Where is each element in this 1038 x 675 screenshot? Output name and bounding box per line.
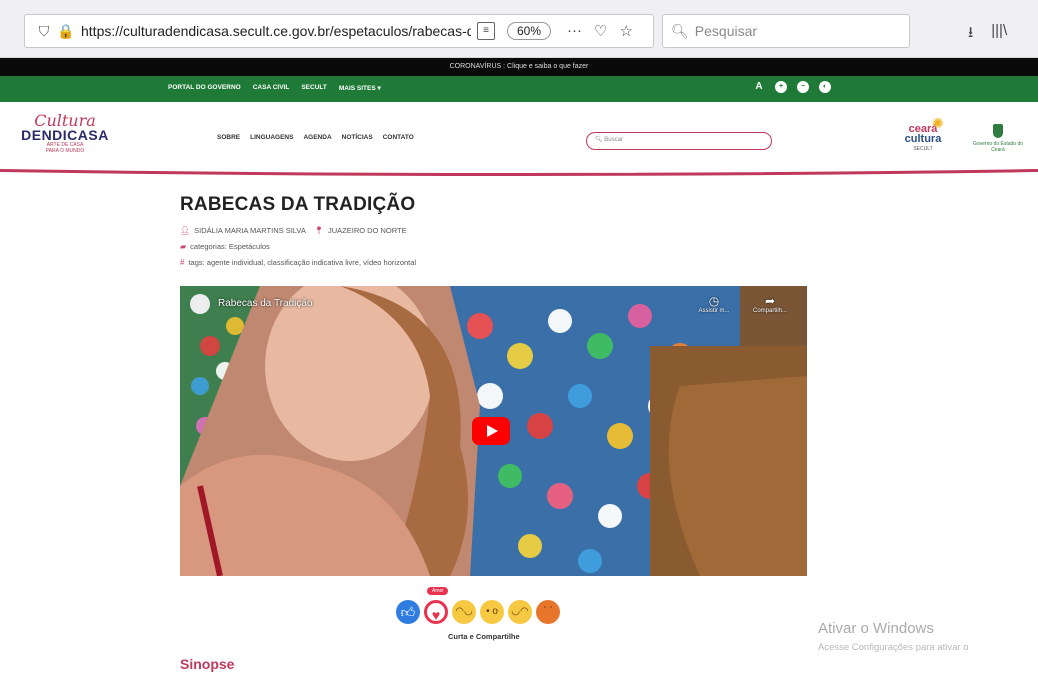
angry-icon[interactable]: ˋ ˊ: [536, 600, 560, 624]
tag-icon: #: [180, 258, 185, 267]
top-link-mais-sites[interactable]: MAIS SITES ▾: [339, 84, 381, 92]
like-icon[interactable]: 👍︎: [396, 600, 420, 624]
post-meta-categories: ▰ categorias: Espetáculos: [180, 242, 270, 251]
haha-icon[interactable]: ◠◡: [452, 600, 476, 624]
pocket-icon[interactable]: ♡: [594, 22, 607, 40]
lock-icon[interactable]: 🔒: [55, 23, 77, 40]
channel-avatar[interactable]: [190, 294, 210, 314]
wow-icon[interactable]: • o: [480, 600, 504, 624]
search-icon: 🔍︎: [671, 22, 689, 39]
nav-item-contato[interactable]: CONTATO: [383, 134, 414, 141]
video-player[interactable]: Rabecas da Tradição ◷ Assistir m... ➦ Co…: [180, 286, 807, 576]
nav-item-noticias[interactable]: NOTÍCIAS: [342, 134, 373, 141]
covid-banner[interactable]: CORONAVÍRUS : Clique e saiba o que fazer: [0, 58, 1038, 76]
location-pin-icon: 📍︎: [313, 226, 325, 235]
browser-search-input[interactable]: 🔍︎ Pesquisar: [662, 14, 910, 48]
header-divider: [0, 169, 1038, 176]
clock-icon: ◷: [708, 294, 720, 308]
ceara-cultura-logo[interactable]: ✺ ceará cultura SECULT: [888, 116, 958, 154]
browser-toolbar: ⛉ 🔒 https://culturadendicasa.secult.ce.g…: [0, 0, 1038, 58]
library-icon[interactable]: |||\: [991, 22, 1007, 47]
site-header: Cultura DENDICASA ARTE DE CASA PARA O MU…: [0, 102, 1038, 174]
url-text[interactable]: https://culturadendicasa.secult.ce.gov.b…: [81, 23, 471, 39]
love-icon[interactable]: ♥: [424, 600, 448, 624]
nav-item-linguagens[interactable]: LINGUAGENS: [250, 134, 293, 141]
user-icon: 👤︎: [180, 226, 191, 235]
author-link[interactable]: SIDÁLIA MARIA MARTINS SILVA: [194, 226, 306, 235]
sad-icon[interactable]: ◡◠: [508, 600, 532, 624]
top-link-secult[interactable]: SECULT: [301, 84, 327, 92]
tags-text[interactable]: tags: agente individual, classificação i…: [188, 258, 416, 267]
watch-later-button[interactable]: ◷ Assistir m...: [688, 294, 740, 314]
reader-view-icon[interactable]: ≡: [477, 22, 495, 40]
nav-item-agenda[interactable]: AGENDA: [303, 134, 331, 141]
reactions-bar: 👍︎ ♥ ◠◡ • o ◡◠ ˋ ˊ: [396, 600, 560, 624]
top-link-casa-civil[interactable]: CASA CIVIL: [253, 84, 290, 92]
windows-activation-title: Ativar o Windows: [818, 620, 934, 637]
post-meta-tags: # tags: agente individual, classificação…: [180, 258, 416, 267]
folder-icon: ▰: [180, 242, 187, 251]
play-button[interactable]: [472, 417, 510, 445]
star-icon: ✺: [932, 115, 944, 131]
font-size-button[interactable]: A: [753, 81, 765, 93]
page-title: RABECAS DA TRADIÇÃO: [180, 194, 416, 215]
zoom-level[interactable]: 60%: [507, 22, 552, 40]
synopsis-heading: Sinopse: [180, 656, 235, 672]
page-actions-icon[interactable]: ···: [567, 22, 582, 40]
search-placeholder: Pesquisar: [694, 23, 758, 39]
government-bar: PORTAL DO GOVERNO CASA CIVIL SECULT MAIS…: [0, 76, 1038, 102]
crest-icon: [993, 124, 1003, 138]
governo-ceara-logo[interactable]: Governo do Estado do Ceará: [966, 124, 1030, 153]
city-link[interactable]: JUAZEIRO DO NORTE: [328, 226, 407, 235]
windows-activation-subtitle: Acesse Configurações para ativar o: [818, 642, 969, 653]
categories-text[interactable]: categorias: Espetáculos: [190, 242, 270, 251]
address-bar[interactable]: ⛉ 🔒 https://culturadendicasa.secult.ce.g…: [24, 14, 654, 48]
share-arrow-icon: ➦: [764, 294, 776, 308]
download-icon[interactable]: ⭳: [968, 22, 973, 47]
video-title[interactable]: Rabecas da Tradição: [218, 298, 313, 309]
post-meta-author: 👤︎ SIDÁLIA MARIA MARTINS SILVA 📍︎ JUAZEI…: [180, 226, 407, 235]
reaction-tooltip: Amei: [427, 587, 449, 595]
nav-item-sobre[interactable]: SOBRE: [217, 134, 240, 141]
bookmark-star-icon[interactable]: ☆: [619, 22, 632, 40]
shield-icon[interactable]: ⛉: [33, 23, 55, 40]
main-nav: SOBRE LINGUAGENS AGENDA NOTÍCIAS CONTATO: [217, 134, 414, 141]
top-link-portal[interactable]: PORTAL DO GOVERNO: [168, 84, 241, 92]
contrast-icon[interactable]: ◐: [819, 81, 831, 93]
reactions-label: Curta e Compartilhe: [448, 632, 520, 641]
zoom-in-icon[interactable]: +: [775, 81, 787, 93]
share-video-button[interactable]: ➦ Compartilh...: [744, 294, 796, 314]
zoom-out-icon[interactable]: −: [797, 81, 809, 93]
site-search-input[interactable]: 🔍︎ Buscar: [586, 132, 772, 150]
site-logo[interactable]: Cultura DENDICASA ARTE DE CASA PARA O MU…: [20, 113, 110, 155]
